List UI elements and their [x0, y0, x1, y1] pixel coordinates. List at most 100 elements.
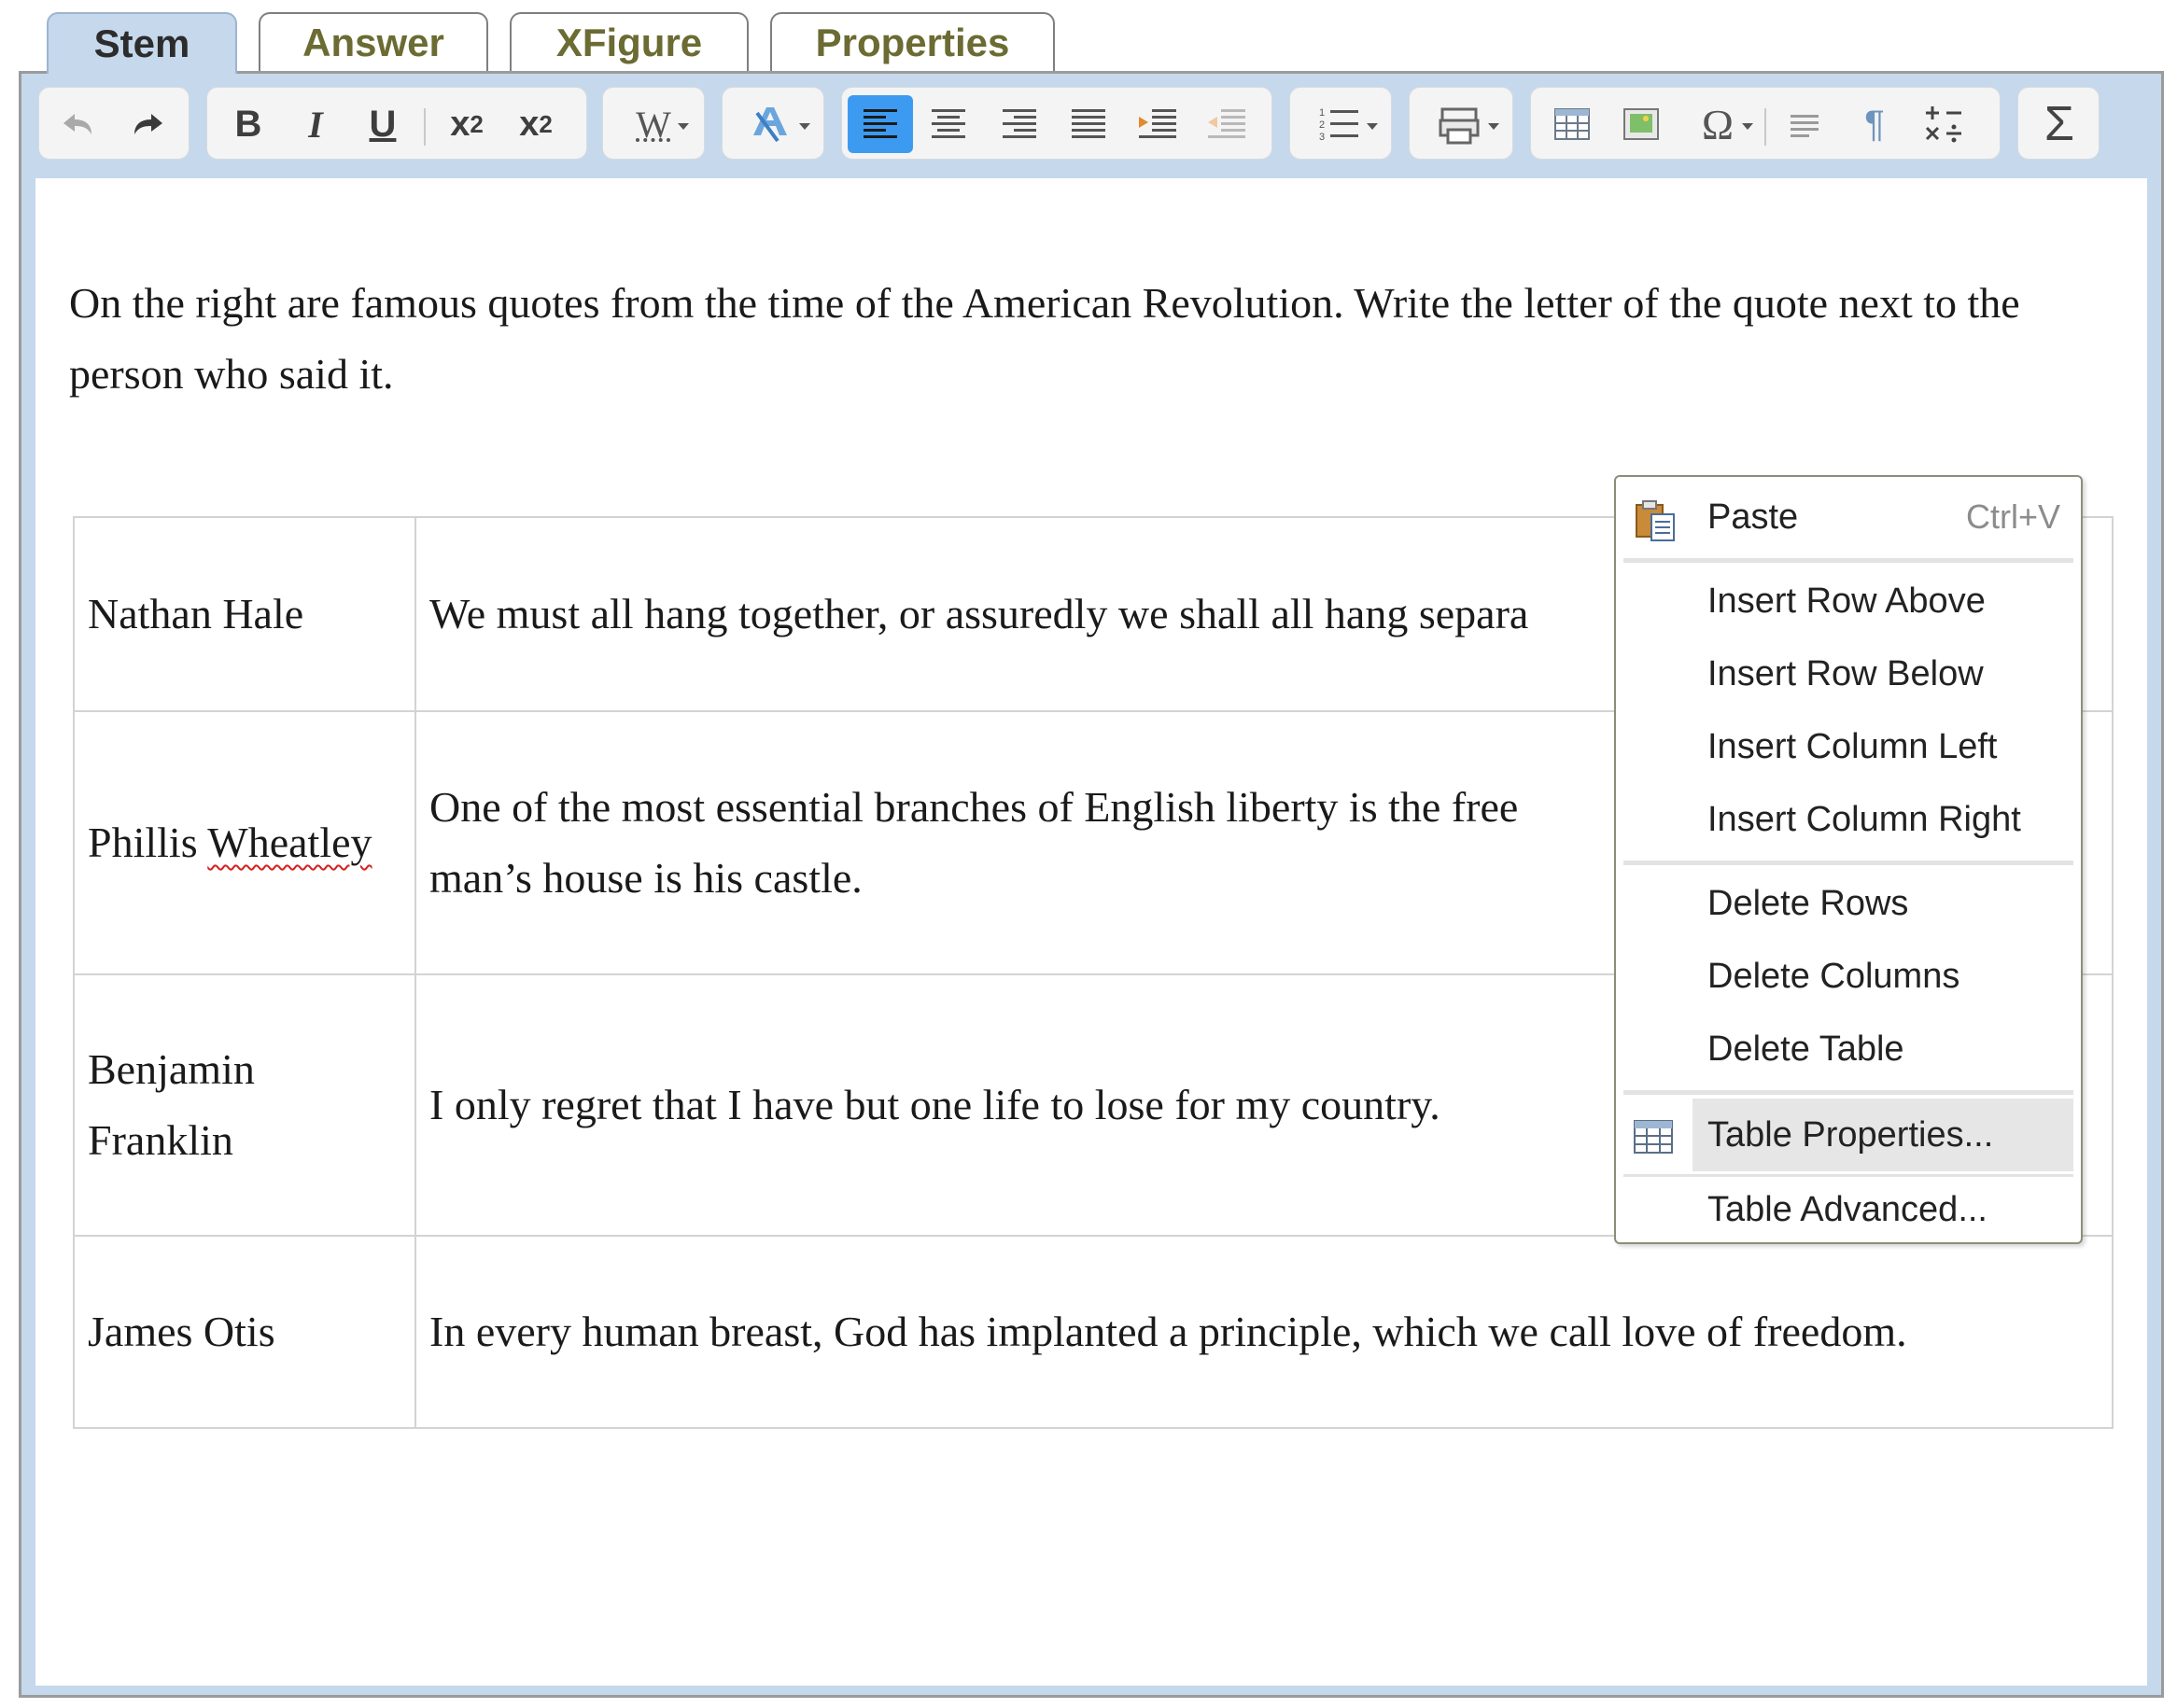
bold-label: B [234, 103, 262, 145]
tab-label: Stem [93, 21, 190, 65]
menu-item-label: Table Advanced... [1707, 1189, 1987, 1229]
insert-table-button[interactable] [1542, 101, 1602, 147]
instruction-text: On the right are famous quotes from the … [69, 279, 2020, 398]
justify-icon [1072, 109, 1105, 138]
align-center-icon [932, 109, 965, 138]
quote-text: We must all hang together, or assuredly … [429, 590, 1529, 637]
menu-item-label: Table Properties... [1707, 1114, 1994, 1155]
paste-icon [1636, 500, 1675, 541]
person-name-cell[interactable]: James Otis [73, 1235, 416, 1429]
paragraph-format-button[interactable] [1776, 101, 1835, 147]
superscript-index: 2 [539, 109, 553, 138]
print-dropdown-button[interactable] [1419, 101, 1503, 147]
list-group: 123 [1289, 87, 1392, 160]
text-color-icon [753, 107, 787, 143]
undo-button[interactable] [49, 101, 108, 147]
underline-button[interactable]: U [353, 101, 413, 147]
align-right-icon [1003, 109, 1036, 138]
superscript-button[interactable]: x2 [506, 101, 566, 147]
person-name-cell[interactable]: Benjamin Franklin [73, 973, 416, 1237]
svg-text:3: 3 [1319, 132, 1325, 143]
menu-item-label: Delete Columns [1707, 956, 1960, 996]
quote-text: man’s house is his castle. [429, 854, 863, 902]
table-context-menu: Paste Ctrl+V Insert Row Above Insert Row… [1614, 475, 2083, 1244]
show-formatting-button[interactable]: ¶ [1845, 101, 1904, 147]
person-name-cell[interactable]: Nathan Hale [73, 516, 416, 712]
quote-text: I only regret that I have but one life t… [429, 1081, 1440, 1128]
subscript-base: x [450, 104, 471, 144]
table-icon [1634, 1120, 1673, 1154]
redo-button[interactable] [118, 101, 177, 147]
menu-separator [1623, 1090, 2073, 1095]
person-name: Benjamin [88, 1045, 255, 1093]
menu-item-delete-table[interactable]: Delete Table [1616, 1016, 2081, 1082]
menu-item-table-properties[interactable]: Table Properties... [1616, 1099, 2081, 1171]
person-name: James Otis [88, 1308, 275, 1355]
sigma-icon: Σ [2044, 97, 2075, 151]
format-group: B I U x2 x2 [206, 87, 587, 160]
justify-button[interactable] [1059, 101, 1118, 147]
math-operators-button[interactable] [1914, 101, 1973, 147]
menu-item-table-advanced[interactable]: Table Advanced... [1616, 1177, 2081, 1242]
toolbar-separator [424, 108, 426, 146]
chevron-down-icon [1488, 123, 1499, 130]
tab-answer[interactable]: Answer [259, 12, 488, 71]
quote-cell[interactable]: In every human breast, God has implanted… [414, 1235, 2114, 1429]
subscript-index: 2 [470, 109, 484, 138]
menu-item-paste[interactable]: Paste Ctrl+V [1616, 484, 2081, 550]
menu-item-label: Insert Column Right [1707, 799, 2021, 839]
numbered-list-icon: 123 [1319, 107, 1358, 143]
indent-button[interactable] [1128, 101, 1187, 147]
equation-group: Σ [2017, 87, 2100, 160]
tab-label: Properties [815, 20, 1010, 64]
undo-icon [63, 114, 91, 134]
text-color-dropdown-button[interactable] [732, 101, 814, 147]
align-left-button[interactable] [848, 95, 913, 153]
tab-stem[interactable]: Stem [47, 12, 237, 74]
chevron-down-icon [1742, 123, 1753, 130]
person-name-cell[interactable]: Phillis Wheatley [73, 710, 416, 975]
tab-label: Answer [302, 20, 444, 64]
italic-label: I [308, 103, 323, 146]
menu-item-insert-row-above[interactable]: Insert Row Above [1616, 568, 2081, 634]
chevron-down-icon [1367, 123, 1378, 130]
insert-image-button[interactable] [1611, 101, 1671, 147]
menu-item-insert-row-below[interactable]: Insert Row Below [1616, 641, 2081, 707]
image-icon [1623, 108, 1659, 140]
special-character-dropdown-button[interactable]: Ω [1680, 100, 1755, 148]
color-group [722, 87, 824, 160]
history-group [38, 87, 190, 160]
insert-group: Ω ¶ [1530, 87, 2001, 160]
italic-button[interactable]: I [286, 101, 345, 147]
tab-xfigure[interactable]: XFigure [510, 12, 749, 71]
pilcrow-icon: ¶ [1864, 103, 1885, 145]
style-dropdown-button[interactable]: W [612, 101, 695, 147]
svg-text:1: 1 [1319, 107, 1325, 119]
table-row[interactable]: James Otis In every human breast, God ha… [73, 1235, 2114, 1429]
toolbar-separator [1764, 108, 1766, 146]
print-icon [1439, 107, 1480, 145]
chevron-down-icon [678, 123, 689, 130]
menu-item-delete-columns[interactable]: Delete Columns [1616, 944, 2081, 1009]
numbered-list-dropdown-button[interactable]: 123 [1299, 101, 1382, 147]
subscript-button[interactable]: x2 [437, 101, 497, 147]
tab-properties[interactable]: Properties [770, 12, 1055, 71]
paragraph-icon [1791, 115, 1819, 137]
menu-item-label: Paste [1707, 497, 1799, 537]
align-right-button[interactable] [990, 101, 1049, 147]
bold-button[interactable]: B [218, 101, 278, 147]
quote-text: In every human breast, God has implanted… [429, 1308, 1907, 1355]
align-left-icon [864, 109, 897, 138]
print-group [1409, 87, 1513, 160]
menu-item-label: Insert Row Below [1707, 653, 1984, 693]
align-center-button[interactable] [919, 101, 978, 147]
menu-item-delete-rows[interactable]: Delete Rows [1616, 871, 2081, 936]
superscript-base: x [519, 104, 540, 144]
menu-item-insert-column-left[interactable]: Insert Column Left [1616, 714, 2081, 779]
equation-button[interactable]: Σ [2030, 97, 2089, 151]
person-name: Phillis [88, 819, 208, 866]
outdent-button[interactable] [1197, 101, 1257, 147]
menu-item-insert-column-right[interactable]: Insert Column Right [1616, 787, 2081, 852]
omega-icon: Ω [1701, 100, 1735, 148]
spelling-error-word[interactable]: Wheatley [207, 819, 372, 866]
